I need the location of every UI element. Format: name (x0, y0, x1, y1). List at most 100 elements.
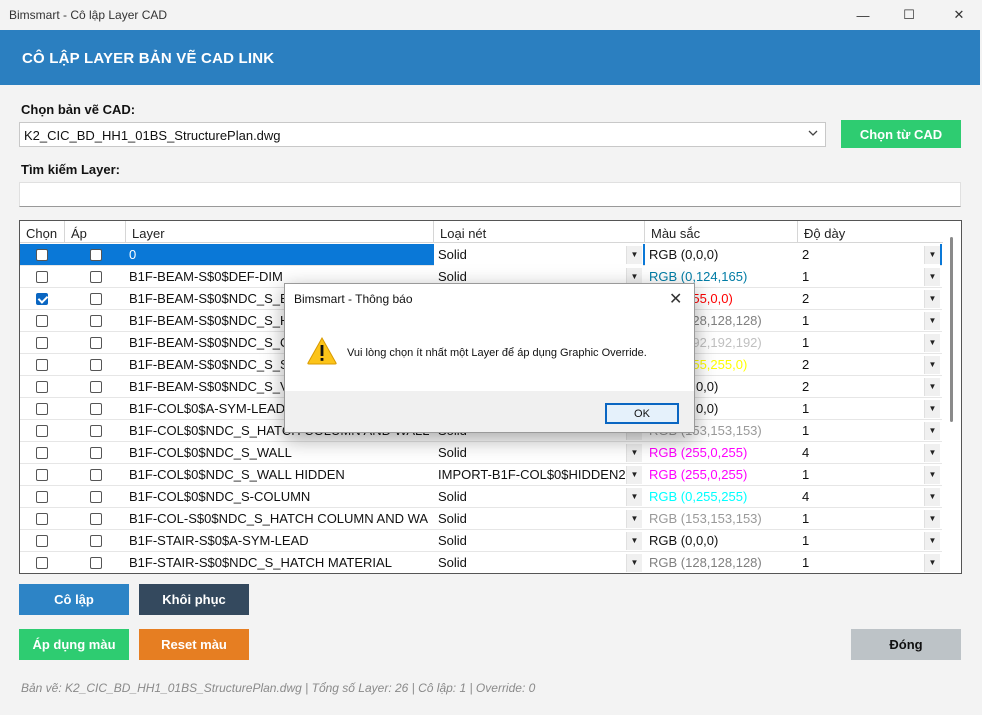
row-line-type-select[interactable]: Solid (434, 244, 643, 266)
table-row[interactable]: B1F-COL$0$NDC_S_WALL HIDDEN IMPORT-B1F-CO… (20, 464, 942, 486)
row-width-select[interactable]: 2 (798, 288, 940, 310)
close-window-button[interactable]: ✕ (936, 0, 982, 30)
row-chon-checkbox[interactable] (36, 425, 48, 437)
row-width-select[interactable]: 2 (798, 354, 940, 376)
row-line-type-select[interactable]: Solid (434, 486, 643, 508)
row-width-select[interactable]: 1 (798, 530, 940, 552)
row-ap-checkbox[interactable] (90, 359, 102, 371)
row-chon-checkbox[interactable] (36, 337, 48, 349)
dropdown-arrow-icon[interactable]: ▼ (626, 466, 642, 484)
row-chon-checkbox[interactable] (36, 535, 48, 547)
apply-color-button[interactable]: Áp dụng màu (19, 629, 129, 660)
table-row[interactable]: B1F-COL-S$0$NDC_S_HATCH COLUMN AND WALL S… (20, 508, 942, 530)
row-ap-checkbox[interactable] (90, 469, 102, 481)
row-width-select[interactable]: 1 (798, 398, 940, 420)
row-ap-checkbox[interactable] (90, 447, 102, 459)
row-chon-checkbox[interactable] (36, 469, 48, 481)
dropdown-arrow-icon[interactable]: ▼ (924, 312, 940, 330)
isolate-button[interactable]: Cô lập (19, 584, 129, 615)
row-chon-checkbox[interactable] (36, 315, 48, 327)
dropdown-arrow-icon[interactable]: ▼ (924, 510, 940, 528)
row-chon-checkbox[interactable] (36, 293, 48, 305)
row-width-select[interactable]: 4 (798, 442, 940, 464)
dropdown-arrow-icon[interactable]: ▼ (924, 466, 940, 484)
row-chon-checkbox[interactable] (36, 513, 48, 525)
row-ap-checkbox[interactable] (90, 491, 102, 503)
dropdown-arrow-icon[interactable]: ▼ (924, 268, 940, 286)
dropdown-arrow-icon[interactable]: ▼ (626, 246, 642, 264)
row-ap-checkbox[interactable] (90, 293, 102, 305)
row-width-select[interactable]: 2 (798, 244, 940, 266)
dropdown-arrow-icon[interactable]: ▼ (924, 554, 940, 572)
row-color-value[interactable]: RGB (0,255,255) (645, 486, 798, 508)
row-line-type-select[interactable]: IMPORT-B1F-COL$0$HIDDEN2 (434, 464, 643, 486)
row-color-value[interactable]: RGB (0,0,0) (645, 530, 798, 552)
reset-color-button[interactable]: Reset màu (139, 629, 249, 660)
header-layer[interactable]: Layer (126, 221, 434, 243)
table-row[interactable]: B1F-STAIR-S$0$NDC_S_HATCH MATERIAL Solid ▼… (20, 552, 942, 573)
table-row[interactable]: 0 Solid ▼ RGB (0,0,0) 2 ▼ (20, 244, 942, 266)
dropdown-arrow-icon[interactable]: ▼ (626, 444, 642, 462)
row-ap-checkbox[interactable] (90, 381, 102, 393)
row-line-type-select[interactable]: Solid (434, 442, 643, 464)
row-width-select[interactable]: 1 (798, 508, 940, 530)
restore-button[interactable]: Khôi phục (139, 584, 249, 615)
row-chon-checkbox[interactable] (36, 491, 48, 503)
header-width[interactable]: Độ dày (798, 221, 944, 243)
row-chon-checkbox[interactable] (36, 249, 48, 261)
dialog-close-button[interactable]: ✕ (669, 289, 682, 309)
header-ap[interactable]: Áp (65, 221, 126, 243)
dropdown-arrow-icon[interactable]: ▼ (924, 334, 940, 352)
row-width-select[interactable]: 1 (798, 552, 940, 573)
table-row[interactable]: B1F-COL$0$NDC_S-COLUMN Solid ▼ RGB (0,255,2… (20, 486, 942, 508)
dropdown-arrow-icon[interactable]: ▼ (924, 400, 940, 418)
header-chon[interactable]: Chọn (20, 221, 65, 243)
row-ap-checkbox[interactable] (90, 249, 102, 261)
row-chon-checkbox[interactable] (36, 557, 48, 569)
pick-from-cad-button[interactable]: Chọn từ CAD (841, 120, 961, 148)
row-chon-checkbox[interactable] (36, 381, 48, 393)
row-color-value[interactable]: RGB (153,153,153) (645, 508, 798, 530)
dialog-ok-button[interactable]: OK (605, 403, 679, 424)
dropdown-arrow-icon[interactable]: ▼ (626, 488, 642, 506)
dropdown-arrow-icon[interactable]: ▼ (626, 532, 642, 550)
cad-file-select[interactable]: K2_CIC_BD_HH1_01BS_StructurePlan.dwg (19, 122, 826, 147)
grid-scrollbar[interactable] (943, 221, 961, 573)
row-line-type-select[interactable]: Solid (434, 552, 643, 573)
dropdown-arrow-icon[interactable]: ▼ (924, 356, 940, 374)
dropdown-arrow-icon[interactable]: ▼ (924, 488, 940, 506)
row-ap-checkbox[interactable] (90, 535, 102, 547)
maximize-button[interactable]: ☐ (886, 0, 932, 30)
row-ap-checkbox[interactable] (90, 315, 102, 327)
row-width-select[interactable]: 1 (798, 266, 940, 288)
dropdown-arrow-icon[interactable]: ▼ (924, 378, 940, 396)
table-row[interactable]: B1F-COL$0$NDC_S_WALL Solid ▼ RGB (255,0,255… (20, 442, 942, 464)
table-row[interactable]: B1F-STAIR-S$0$A-SYM-LEAD Solid ▼ RGB (0,0,0… (20, 530, 942, 552)
search-input[interactable] (19, 182, 961, 207)
row-line-type-select[interactable]: Solid (434, 508, 643, 530)
minimize-button[interactable]: — (840, 0, 886, 30)
row-color-value[interactable]: RGB (255,0,255) (645, 442, 798, 464)
dropdown-arrow-icon[interactable]: ▼ (924, 422, 940, 440)
row-ap-checkbox[interactable] (90, 337, 102, 349)
scrollbar-thumb[interactable] (950, 237, 953, 422)
row-chon-checkbox[interactable] (36, 271, 48, 283)
row-ap-checkbox[interactable] (90, 557, 102, 569)
row-width-select[interactable]: 1 (798, 464, 940, 486)
row-width-select[interactable]: 4 (798, 486, 940, 508)
row-ap-checkbox[interactable] (90, 403, 102, 415)
dropdown-arrow-icon[interactable]: ▼ (924, 246, 940, 264)
row-color-value[interactable]: RGB (128,128,128) (645, 552, 798, 573)
dropdown-arrow-icon[interactable]: ▼ (924, 290, 940, 308)
row-chon-checkbox[interactable] (36, 359, 48, 371)
row-width-select[interactable]: 1 (798, 420, 940, 442)
dropdown-arrow-icon[interactable]: ▼ (626, 554, 642, 572)
row-color-value[interactable]: RGB (0,0,0) (645, 244, 798, 266)
dropdown-arrow-icon[interactable]: ▼ (924, 532, 940, 550)
dropdown-arrow-icon[interactable]: ▼ (924, 444, 940, 462)
row-ap-checkbox[interactable] (90, 513, 102, 525)
row-chon-checkbox[interactable] (36, 447, 48, 459)
row-ap-checkbox[interactable] (90, 271, 102, 283)
row-chon-checkbox[interactable] (36, 403, 48, 415)
close-button[interactable]: Đóng (851, 629, 961, 660)
